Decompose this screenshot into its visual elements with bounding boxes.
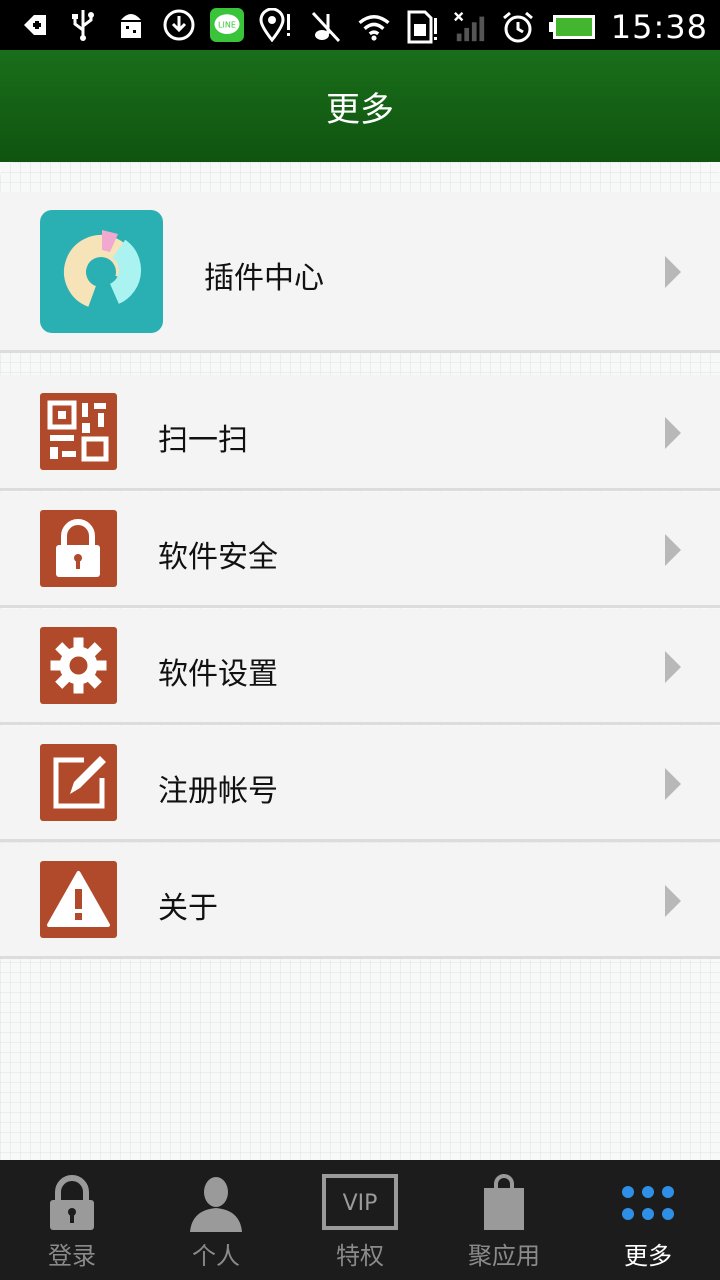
tab-privilege[interactable]: VIP 特权: [288, 1160, 432, 1280]
line-app-icon: LINE: [210, 8, 244, 42]
menu-item-about[interactable]: 关于: [0, 843, 720, 959]
menu-item-label: 软件安全: [158, 540, 278, 575]
tab-personal[interactable]: 个人: [144, 1160, 288, 1280]
qr-code-icon: [40, 393, 117, 470]
chevron-right-icon: [665, 417, 681, 449]
svg-text:VIP: VIP: [343, 1191, 378, 1216]
tab-label: 更多: [624, 1242, 672, 1270]
wifi-icon: [357, 10, 391, 44]
tab-apps[interactable]: 聚应用: [432, 1160, 576, 1280]
plugin-center-icon: [40, 210, 163, 333]
person-icon: [190, 1177, 242, 1232]
menu-content: 插件中心 扫一扫 软件安全 软件设置 注册帐号 关于: [0, 162, 720, 1160]
menu-item-label: 插件中心: [204, 261, 324, 296]
download-icon: [162, 8, 196, 42]
vip-icon: VIP: [322, 1174, 398, 1230]
header-bar: 更多: [0, 50, 720, 162]
chevron-right-icon: [665, 885, 681, 917]
page-title: 更多: [326, 90, 394, 130]
menu-item-software-security[interactable]: 软件安全: [0, 492, 720, 608]
tab-login[interactable]: 登录: [0, 1160, 144, 1280]
location-icon: [258, 8, 292, 42]
tab-label: 登录: [48, 1242, 96, 1270]
mute-icon: [309, 10, 343, 44]
chevron-right-icon: [665, 534, 681, 566]
tab-label: 聚应用: [468, 1242, 540, 1270]
signal-icon: [453, 10, 487, 44]
tab-label: 特权: [336, 1242, 384, 1270]
menu-item-label: 注册帐号: [158, 774, 278, 809]
lock-icon: [50, 1175, 94, 1230]
chevron-right-icon: [665, 256, 681, 288]
battery-icon: [548, 10, 597, 44]
more-dots-icon: [622, 1186, 674, 1220]
shopping-bag-icon: [484, 1174, 524, 1230]
clock: 15:38: [610, 8, 708, 46]
usb-icon: [66, 8, 100, 42]
menu-item-register-account[interactable]: 注册帐号: [0, 726, 720, 842]
warning-icon: [40, 861, 117, 938]
chevron-right-icon: [665, 768, 681, 800]
tab-more[interactable]: 更多: [576, 1160, 720, 1280]
alarm-icon: [501, 10, 535, 44]
back-icon: [18, 8, 52, 42]
sim-icon: [405, 10, 439, 44]
chevron-right-icon: [665, 651, 681, 683]
menu-item-software-settings[interactable]: 软件设置: [0, 609, 720, 725]
bottom-tab-bar: 登录 个人 VIP 特权 聚应用 更多: [0, 1160, 720, 1280]
lock-icon: [40, 510, 117, 587]
svg-text:LINE: LINE: [218, 21, 236, 30]
menu-item-plugin-center[interactable]: 插件中心: [0, 192, 720, 353]
tab-label: 个人: [192, 1242, 240, 1270]
menu-item-scan[interactable]: 扫一扫: [0, 375, 720, 491]
menu-item-label: 关于: [158, 891, 218, 926]
edit-icon: [40, 744, 117, 821]
menu-item-label: 扫一扫: [158, 423, 248, 458]
menu-item-label: 软件设置: [158, 657, 278, 692]
status-bar: LINE 15:38: [0, 0, 720, 50]
gear-icon: [40, 627, 117, 704]
android-debug-icon: [114, 8, 148, 42]
